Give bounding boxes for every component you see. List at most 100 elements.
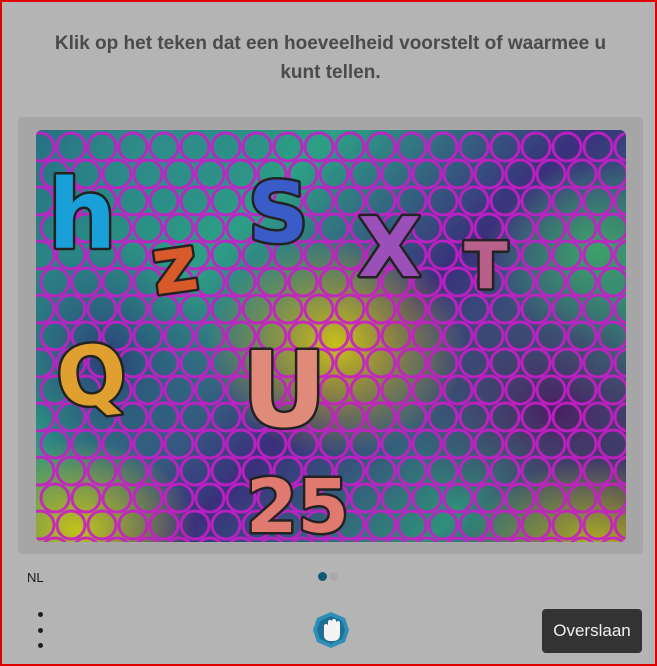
ring — [117, 131, 149, 163]
vertical-dots-icon[interactable] — [32, 612, 48, 648]
ring — [101, 428, 133, 460]
prompt-line-2: kunt tellen. — [280, 62, 381, 83]
menu-dot — [37, 612, 43, 617]
ring — [582, 239, 614, 271]
ring — [582, 401, 614, 433]
ring — [520, 347, 552, 379]
ring — [194, 212, 226, 244]
ring — [194, 320, 226, 352]
glyph-x[interactable]: X — [356, 199, 424, 299]
ring — [318, 158, 350, 190]
ring — [396, 131, 428, 163]
ring — [117, 455, 149, 487]
ring — [334, 293, 366, 325]
ring — [318, 266, 350, 298]
skip-button[interactable]: Overslaan — [542, 609, 642, 653]
ring — [551, 131, 583, 163]
ring — [535, 212, 567, 244]
ring — [504, 266, 536, 298]
ring — [597, 212, 626, 244]
ring — [287, 266, 319, 298]
ring — [535, 158, 567, 190]
ring — [210, 239, 242, 271]
ring — [55, 455, 87, 487]
ring — [70, 428, 102, 460]
ring — [551, 509, 583, 541]
ring — [597, 428, 626, 460]
ring — [504, 482, 536, 514]
glyph-u[interactable]: U — [240, 327, 329, 454]
ring — [101, 266, 133, 298]
ring — [163, 374, 195, 406]
ring — [210, 401, 242, 433]
ring — [551, 455, 583, 487]
ring — [597, 320, 626, 352]
ring — [613, 455, 626, 487]
ring — [458, 347, 490, 379]
ring — [504, 428, 536, 460]
ring — [39, 266, 71, 298]
ring — [55, 293, 87, 325]
ring — [442, 482, 474, 514]
ring — [334, 347, 366, 379]
ring — [504, 158, 536, 190]
ring — [520, 185, 552, 217]
ring — [427, 131, 459, 163]
ring — [504, 320, 536, 352]
hand-logo-icon[interactable] — [311, 610, 351, 650]
glyph-h[interactable]: h — [46, 157, 119, 274]
ring — [597, 482, 626, 514]
ring — [551, 239, 583, 271]
ring — [365, 509, 397, 541]
pagination-dots — [318, 572, 348, 582]
ring — [117, 239, 149, 271]
ring — [489, 131, 521, 163]
ring — [36, 401, 56, 433]
ring — [194, 428, 226, 460]
ring — [86, 131, 118, 163]
ring — [349, 482, 381, 514]
ring — [334, 401, 366, 433]
ring — [132, 158, 164, 190]
language-selector[interactable]: NL — [27, 570, 44, 585]
ring — [380, 374, 412, 406]
ring — [582, 509, 614, 541]
ring — [272, 131, 304, 163]
page-dot-inactive[interactable] — [329, 572, 338, 581]
ring — [582, 455, 614, 487]
ring — [520, 293, 552, 325]
ring — [179, 131, 211, 163]
ring — [411, 158, 443, 190]
glyph-q[interactable]: Q — [49, 324, 133, 431]
page-dot-active[interactable] — [318, 572, 327, 581]
ring — [551, 185, 583, 217]
ring — [458, 509, 490, 541]
ring — [613, 293, 626, 325]
ring — [179, 347, 211, 379]
ring — [473, 482, 505, 514]
challenge-image[interactable]: h z S X T Q U 25 — [36, 130, 626, 542]
glyph-s[interactable]: S — [246, 162, 312, 265]
glyph-25[interactable]: 25 — [244, 462, 352, 543]
captcha-frame: Klik op het teken dat een hoeveelheid vo… — [0, 0, 657, 666]
ring — [411, 320, 443, 352]
ring — [210, 185, 242, 217]
ring — [427, 401, 459, 433]
ring — [535, 374, 567, 406]
ring — [551, 293, 583, 325]
ring — [520, 239, 552, 271]
ring — [582, 185, 614, 217]
ring — [489, 185, 521, 217]
ring — [148, 401, 180, 433]
ring — [442, 158, 474, 190]
ring — [489, 509, 521, 541]
glyph-t[interactable]: T — [462, 228, 511, 307]
ring — [535, 428, 567, 460]
ring — [179, 455, 211, 487]
ring — [241, 131, 273, 163]
ring — [132, 374, 164, 406]
ring — [365, 293, 397, 325]
ring — [489, 347, 521, 379]
ring — [396, 509, 428, 541]
ring — [566, 428, 598, 460]
